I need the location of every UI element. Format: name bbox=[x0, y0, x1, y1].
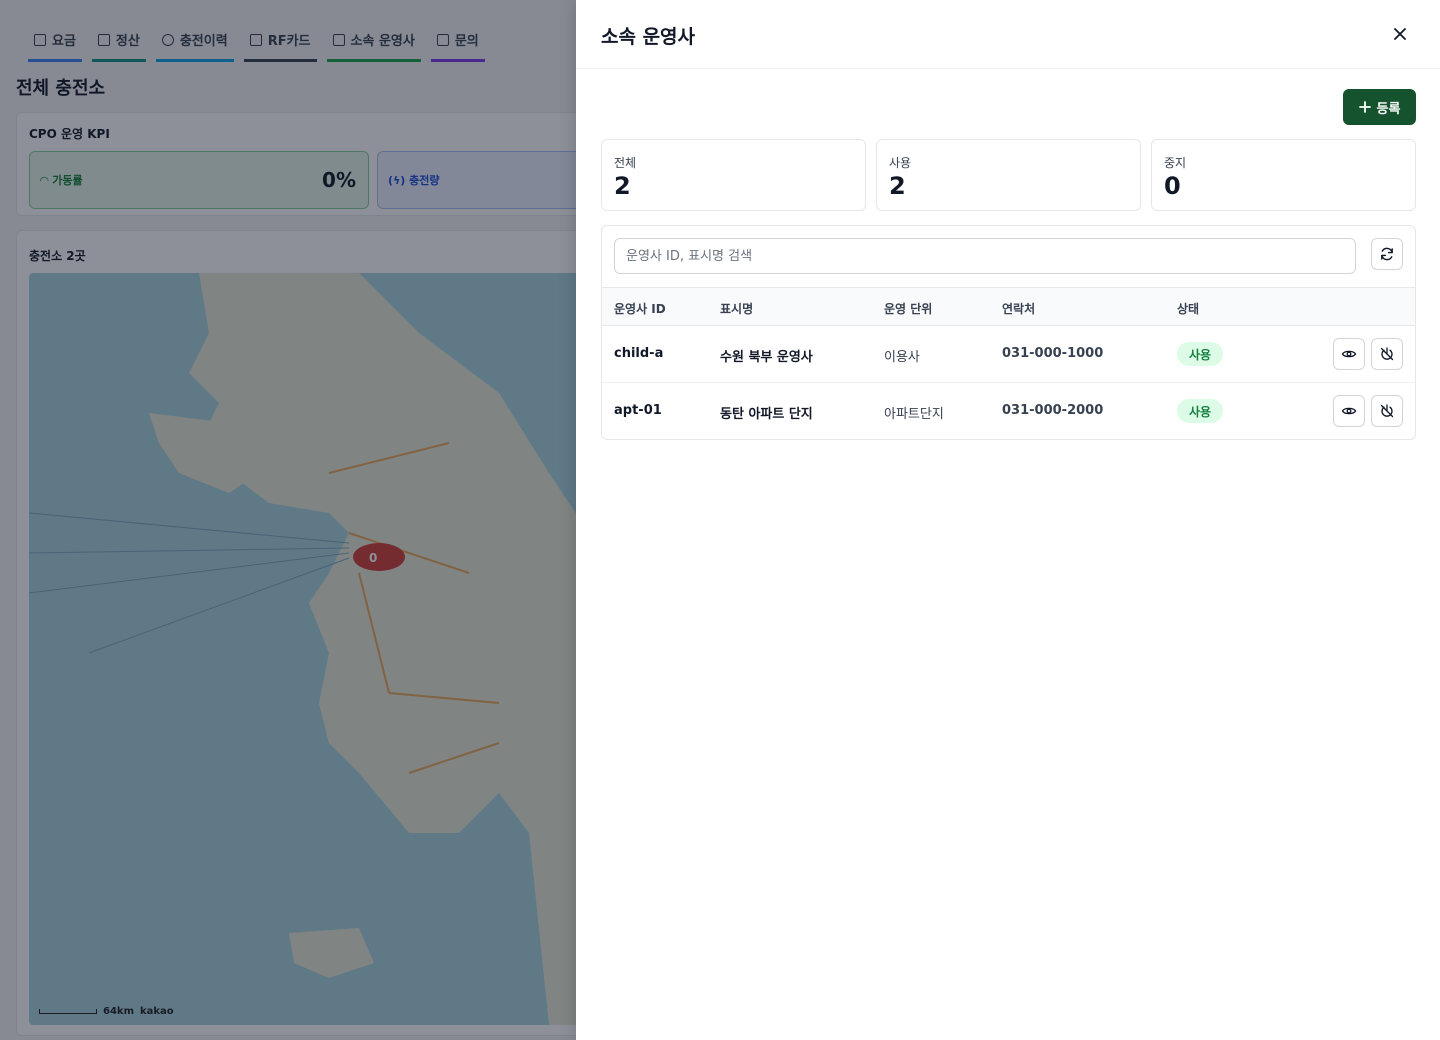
column-unit: 운영 단위 bbox=[884, 302, 933, 316]
stat-suspended: 중지 0 bbox=[1151, 139, 1416, 211]
status-badge: 사용 bbox=[1177, 399, 1224, 423]
eye-icon bbox=[1341, 407, 1357, 415]
operator-list: 운영사 ID 표시명 운영 단위 연락처 상태 child-a 수원 북부 운영… bbox=[601, 225, 1416, 440]
operator-id: apt-01 bbox=[614, 403, 662, 418]
view-button[interactable] bbox=[1333, 338, 1365, 370]
power-off-icon bbox=[1380, 404, 1394, 418]
refresh-icon bbox=[1381, 247, 1393, 261]
drawer-title: 소속 운영사 bbox=[601, 26, 696, 48]
table-row: child-a 수원 북부 운영사 이용사 031-000-1000 사용 bbox=[602, 326, 1415, 383]
operator-name: 동탄 아파트 단지 bbox=[720, 407, 813, 422]
column-phone: 연락처 bbox=[1002, 302, 1036, 316]
view-button[interactable] bbox=[1333, 395, 1365, 427]
operator-id: child-a bbox=[614, 346, 664, 361]
plus-icon bbox=[1358, 101, 1371, 113]
stat-total: 전체 2 bbox=[601, 139, 866, 211]
affiliated-operators-drawer: 소속 운영사 등록 전체 2 사용 2 중지 0 운영사 ID, 표시명 검색 … bbox=[576, 0, 1440, 1040]
refresh-button[interactable] bbox=[1371, 238, 1403, 270]
power-off-icon bbox=[1380, 347, 1394, 361]
register-label: 등록 bbox=[1376, 101, 1401, 117]
column-id: 운영사 ID bbox=[614, 302, 666, 316]
column-status: 상태 bbox=[1177, 302, 1200, 316]
close-icon bbox=[1394, 28, 1406, 40]
operator-name: 수원 북부 운영사 bbox=[720, 350, 813, 365]
operator-unit: 이용사 bbox=[884, 350, 920, 365]
column-name: 표시명 bbox=[720, 302, 754, 316]
deactivate-button[interactable] bbox=[1371, 395, 1403, 427]
stat-active-label: 사용 bbox=[889, 156, 912, 170]
stats-row: 전체 2 사용 2 중지 0 bbox=[601, 139, 1416, 211]
stat-total-label: 전체 bbox=[614, 156, 637, 170]
table-row: apt-01 동탄 아파트 단지 아파트단지 031-000-2000 사용 bbox=[602, 383, 1415, 439]
stat-suspended-value: 0 bbox=[1164, 172, 1181, 200]
search-input[interactable] bbox=[614, 238, 1356, 274]
table-header: 운영사 ID 표시명 운영 단위 연락처 상태 bbox=[602, 287, 1415, 326]
drawer-header: 소속 운영사 bbox=[576, 0, 1440, 69]
close-button[interactable] bbox=[1388, 22, 1412, 46]
operator-phone: 031-000-1000 bbox=[1002, 346, 1104, 361]
register-button[interactable]: 등록 bbox=[1343, 89, 1416, 125]
operator-phone: 031-000-2000 bbox=[1002, 403, 1104, 418]
operator-unit: 아파트단지 bbox=[884, 407, 944, 422]
deactivate-button[interactable] bbox=[1371, 338, 1403, 370]
status-badge: 사용 bbox=[1177, 342, 1224, 366]
stat-active: 사용 2 bbox=[876, 139, 1141, 211]
stat-total-value: 2 bbox=[614, 172, 631, 200]
stat-active-value: 2 bbox=[889, 172, 906, 200]
eye-icon bbox=[1341, 350, 1357, 358]
stat-suspended-label: 중지 bbox=[1164, 156, 1187, 170]
